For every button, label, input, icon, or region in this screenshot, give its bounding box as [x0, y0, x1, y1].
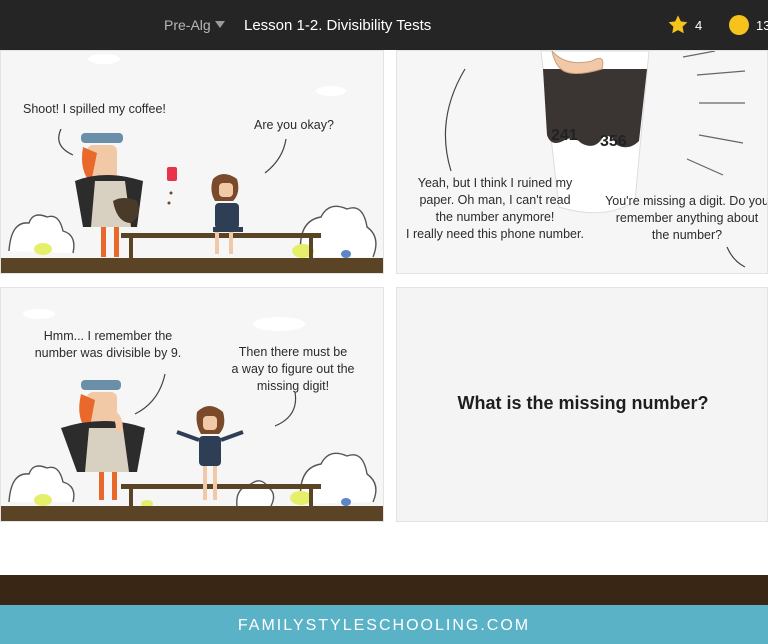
stars-count: 4 [695, 18, 703, 33]
speech-bubble-man: Shoot! I spilled my coffee! [23, 102, 166, 116]
bubble-line: the number? [651, 228, 723, 242]
bubble-line: Then there must be [238, 345, 348, 359]
bubble-line: a way to figure out the [231, 362, 355, 376]
course-selector[interactable]: Pre-Alg [164, 17, 211, 33]
ground-strip [1, 258, 383, 273]
chevron-down-icon[interactable] [215, 21, 225, 28]
lesson-title: Lesson 1-2. Divisibility Tests [244, 17, 432, 34]
coffee-spill-scene [8, 54, 377, 258]
bubble-line: remember anything about [615, 211, 759, 225]
thinking-scene [8, 309, 377, 508]
top-bar: Pre-Alg Lesson 1-2. Divisibility Tests 4… [0, 0, 768, 50]
star-icon [668, 15, 688, 34]
bubble-line: I really need this phone number. [406, 227, 584, 241]
coins-count: 13 [756, 18, 768, 33]
speech-bubble-woman: You're missing a digit. Do you remember … [601, 193, 768, 244]
question-text: What is the missing number? [457, 393, 709, 413]
bubble-line: You're missing a digit. Do you [605, 194, 768, 208]
bubble-line: number was divisible by 9. [34, 346, 182, 360]
bubble-line: the number anymore! [435, 210, 555, 224]
speech-bubble-man: Hmm... I remember the number was divisib… [25, 328, 191, 362]
footer-band [0, 575, 768, 605]
speech-bubble-woman: Then there must be a way to figure out t… [215, 344, 371, 395]
paper-digits-right: 356 [600, 133, 627, 150]
paper-digits-left: 241 [551, 127, 578, 144]
comic-panel-2: 241 356 Yeah, but I think I ruined my pa… [396, 50, 768, 274]
comic-panel-1: Shoot! I spilled my coffee! Are you okay… [0, 50, 384, 274]
speech-bubble-man: Yeah, but I think I ruined my paper. Oh … [403, 175, 587, 243]
question-panel: What is the missing number? [396, 287, 768, 522]
site-watermark: FAMILYSTYLESCHOOLING.COM [237, 617, 531, 634]
ground-strip [1, 506, 383, 521]
bubble-line: Hmm... I remember the [43, 329, 173, 343]
comic-panel-3: Hmm... I remember the number was divisib… [0, 287, 384, 522]
bubble-line: paper. Oh man, I can't read [419, 193, 571, 207]
bubble-line: Yeah, but I think I ruined my [417, 176, 573, 190]
coin-icon [729, 15, 749, 35]
bubble-line: missing digit! [256, 379, 330, 393]
footer-banner: FAMILYSTYLESCHOOLING.COM [0, 605, 768, 644]
speech-bubble-woman: Are you okay? [254, 118, 334, 132]
